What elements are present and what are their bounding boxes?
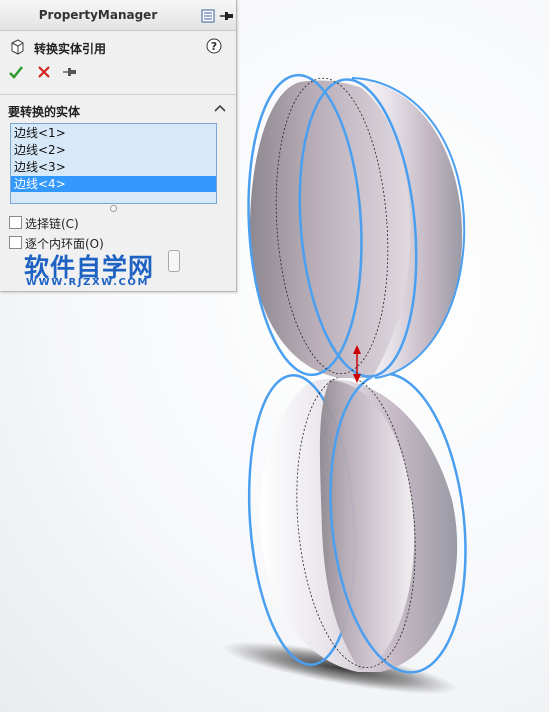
list-item-selected[interactable]: 边线<4> <box>11 176 216 192</box>
select-chain-checkbox[interactable] <box>9 216 22 229</box>
cross-icon[interactable] <box>36 64 52 83</box>
svg-text:?: ? <box>211 40 217 53</box>
watermark-url: WWW.RJZXW.COM <box>26 277 150 288</box>
resize-handle[interactable] <box>110 205 117 212</box>
select-chain-label: 选择链(C) <box>25 217 79 231</box>
property-manager-panel: PropertyManager 转换实体引用 ? 要转换的实体 边线<1> 边线… <box>0 0 237 292</box>
partial-button[interactable] <box>168 250 180 272</box>
property-manager-header: PropertyManager <box>0 0 236 31</box>
action-bar <box>8 64 88 84</box>
section-divider <box>0 94 236 95</box>
entities-listbox[interactable]: 边线<1> 边线<2> 边线<3> 边线<4> <box>10 123 217 204</box>
bottom-ring[interactable] <box>240 367 479 679</box>
list-item[interactable]: 边线<1> <box>11 125 216 141</box>
group-title: 要转换的实体 <box>8 105 81 119</box>
list-item[interactable]: 边线<2> <box>11 142 216 158</box>
property-manager-title: PropertyManager <box>38 8 158 22</box>
feature-row: 转换实体引用 ? <box>8 38 230 58</box>
list-item[interactable]: 边线<3> <box>11 159 216 175</box>
property-manager-icon[interactable] <box>201 9 215 23</box>
inner-loops-checkbox[interactable] <box>9 236 22 249</box>
checkmark-icon[interactable] <box>8 64 24 83</box>
pin-icon[interactable] <box>219 9 233 23</box>
feature-title: 转换实体引用 <box>34 42 107 56</box>
help-icon[interactable]: ? <box>206 38 222 57</box>
pushpin-icon[interactable] <box>62 64 78 83</box>
top-ring[interactable] <box>241 72 466 381</box>
convert-entities-icon <box>8 38 26 59</box>
chevron-up-icon[interactable] <box>214 102 226 116</box>
